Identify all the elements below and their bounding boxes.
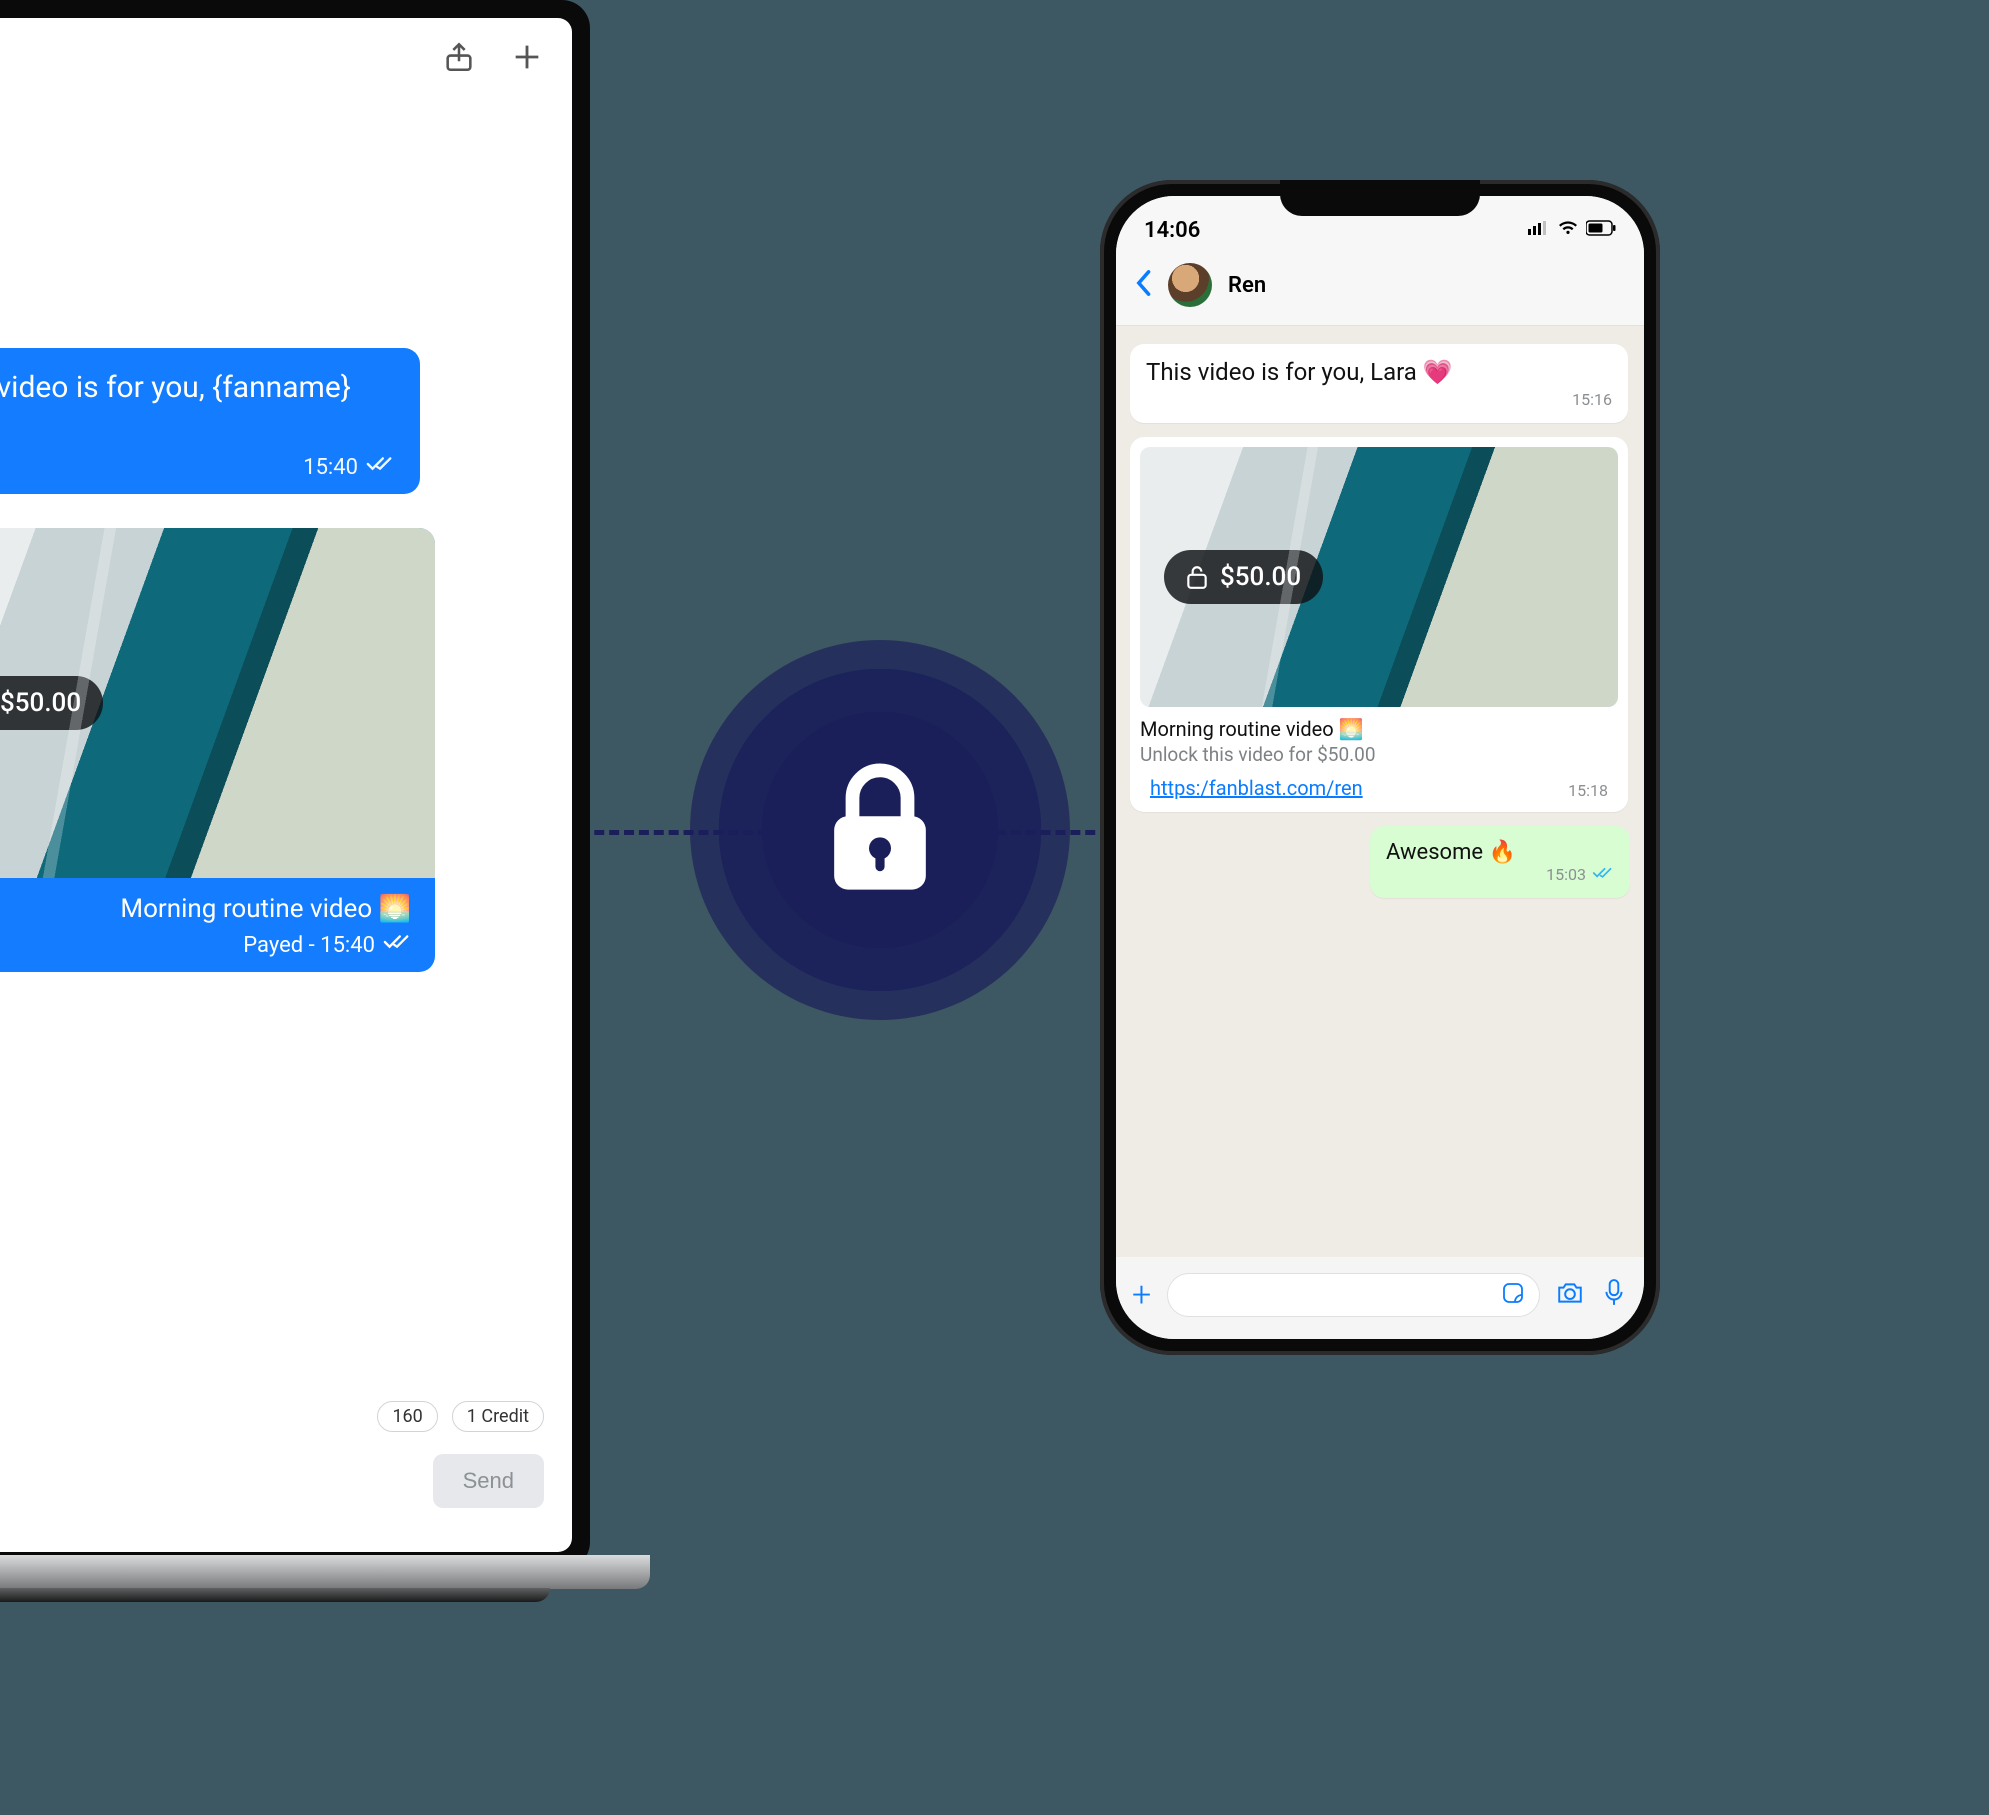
char-count-chip: 160: [377, 1401, 437, 1432]
chat-body: This video is for you, Lara 💗 15:16 $50.…: [1116, 326, 1644, 1146]
unlock-icon: [1186, 564, 1208, 590]
laptop-base: [0, 1555, 650, 1589]
lock-badge: [690, 640, 1070, 1020]
message-input[interactable]: [1167, 1273, 1540, 1317]
price-value: $50.00: [0, 688, 81, 718]
media-caption-title: Morning routine video 🌅: [1140, 717, 1618, 741]
outgoing-media-card[interactable]: $50.00 Morning routine video 🌅 Payed - 1…: [0, 528, 435, 972]
send-button[interactable]: Send: [433, 1454, 544, 1508]
message-time: 15:03: [1546, 865, 1586, 884]
laptop-foot: [0, 1588, 550, 1602]
message-text: Awesome 🔥: [1386, 840, 1516, 865]
lock-icon: [825, 760, 935, 900]
chevron-left-icon: [1134, 269, 1152, 297]
credit-count-chip: 1 Credit: [452, 1401, 544, 1432]
media-caption-subtitle: Unlock this video for $50.00: [1140, 743, 1618, 766]
read-receipt-icon: [1592, 865, 1614, 884]
read-receipt-icon: [366, 454, 394, 480]
cellular-icon: [1528, 218, 1550, 243]
counter-row: 160 1 Credit: [377, 1401, 544, 1432]
media-thumbnail: $50.00: [1140, 447, 1618, 707]
read-receipt-icon: [383, 932, 411, 958]
phone-bezel: 14:06: [1100, 180, 1660, 1355]
mic-button[interactable]: [1600, 1279, 1628, 1311]
message-input-bar: +: [1116, 1257, 1644, 1339]
phone-device: 14:06: [1100, 180, 1660, 1355]
outgoing-message: Awesome 🔥 15:03: [1370, 826, 1630, 898]
camera-button[interactable]: [1556, 1279, 1584, 1311]
media-thumbnail: $50.00: [0, 528, 435, 878]
laptop-toolbar: [442, 40, 544, 78]
incoming-media-card[interactable]: $50.00 Morning routine video 🌅 Unlock th…: [1130, 437, 1628, 812]
attach-button[interactable]: +: [1132, 1278, 1151, 1312]
price-badge: $50.00: [1164, 550, 1323, 604]
price-value: $50.00: [1220, 562, 1301, 592]
media-link[interactable]: https:/fanblast.com/ren: [1150, 776, 1363, 800]
back-button[interactable]: [1134, 269, 1152, 301]
outgoing-message-bubble: This video is for you, {fanname} 💗 15:40: [0, 348, 420, 494]
laptop-device: This video is for you, {fanname} 💗 15:40: [0, 0, 590, 1570]
battery-icon: [1586, 218, 1616, 243]
message-text: This video is for you, Lara 💗: [1146, 358, 1612, 386]
price-badge: $50.00: [0, 676, 103, 730]
wifi-icon: [1558, 218, 1578, 243]
sticker-icon[interactable]: [1501, 1281, 1525, 1309]
contact-name[interactable]: Ren: [1228, 273, 1266, 298]
status-time: 14:06: [1144, 218, 1200, 243]
plus-icon[interactable]: [510, 40, 544, 78]
phone-notch: [1280, 180, 1480, 216]
laptop-bezel: This video is for you, {fanname} 💗 15:40: [0, 0, 590, 1570]
laptop-screen: This video is for you, {fanname} 💗 15:40: [0, 18, 572, 1552]
chat-header: Ren: [1116, 251, 1644, 326]
message-time: 15:40: [303, 455, 358, 480]
phone-screen: 14:06: [1116, 196, 1644, 1339]
media-caption-text: Morning routine video 🌅: [0, 894, 411, 924]
share-icon[interactable]: [442, 40, 476, 78]
message-time: 15:18: [1568, 781, 1608, 800]
message-text: This video is for you, {fanname} 💗: [0, 370, 351, 440]
avatar[interactable]: [1168, 263, 1212, 307]
media-status: Payed - 15:40: [243, 933, 375, 958]
incoming-message: This video is for you, Lara 💗 15:16: [1130, 344, 1628, 423]
message-time: 15:16: [1146, 390, 1612, 409]
